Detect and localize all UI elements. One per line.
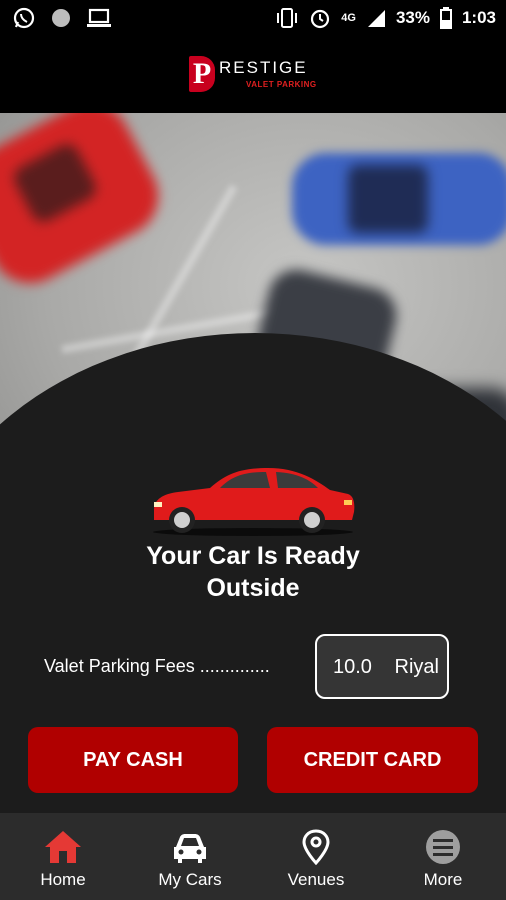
nav-label-venues: Venues (287, 870, 345, 889)
clock: 1:03 (461, 8, 496, 27)
nav-item-my-cars[interactable]: My Cars (130, 813, 250, 900)
circle-notification-icon (52, 9, 70, 27)
nav-item-venues[interactable]: Venues (256, 813, 376, 900)
signal-icon (367, 10, 385, 27)
fee-amount: 10.0 (333, 656, 372, 678)
nav-item-more[interactable]: More (383, 813, 503, 900)
prestige-logo: P RESTIGE VALET PARKING (189, 56, 319, 94)
fee-amount-box: 10.0 Riyal (315, 634, 449, 699)
logo-name: RESTIGE (219, 58, 308, 77)
location-pin-icon (302, 829, 330, 865)
whatsapp-icon (13, 7, 35, 29)
credit-card-button[interactable]: CREDIT CARD (267, 727, 478, 793)
red-car-illustration (153, 468, 355, 536)
home-icon (45, 831, 81, 863)
car-ready-message: Your Car Is Ready Outside (0, 540, 506, 604)
valet-fees-label: Valet Parking Fees .............. (44, 656, 270, 676)
nav-item-home[interactable]: Home (3, 813, 123, 900)
vibrate-icon (277, 8, 298, 28)
network-type: 4G (341, 12, 356, 24)
menu-icon (426, 830, 460, 864)
message-line-1: Your Car Is Ready (146, 542, 360, 570)
nav-label-my-cars: My Cars (158, 870, 222, 889)
nav-label-more: More (423, 870, 463, 889)
battery-percent: 33% (395, 8, 430, 27)
message-line-2: Outside (206, 574, 300, 602)
bottom-navigation: Home My Cars Venues More (0, 813, 506, 900)
car-icon (174, 834, 206, 863)
fee-currency: Riyal (394, 656, 439, 678)
nav-label-home: Home (40, 870, 86, 889)
logo-subtitle: VALET PARKING (246, 80, 317, 89)
alarm-icon (311, 9, 330, 29)
pay-cash-button[interactable]: PAY CASH (28, 727, 238, 793)
laptop-icon (87, 8, 111, 27)
battery-icon (439, 7, 452, 29)
logo-letter: P (189, 56, 215, 92)
status-bar: 4G 33% 1:03 (0, 0, 506, 36)
